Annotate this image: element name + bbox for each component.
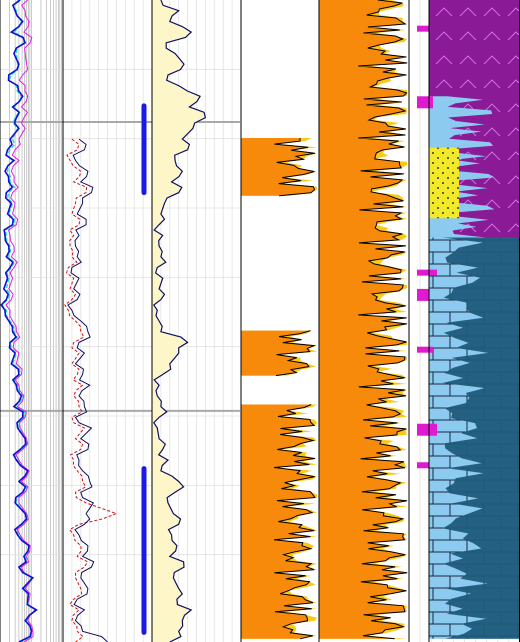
lithology-magenta-streak [417, 423, 437, 436]
lithology-magenta-streak [417, 462, 429, 469]
lithology-magenta-streak [417, 346, 433, 353]
lithology-magenta-streak [417, 96, 433, 109]
lithology-sand-zone [429, 147, 459, 219]
lithology-magenta-streak [417, 288, 429, 301]
neutron-curve [67, 138, 108, 642]
fill-layer [152, 0, 520, 642]
density-curve [64, 138, 118, 642]
lithology-magenta-streak [417, 269, 437, 276]
well-log-chart [0, 0, 520, 642]
lithology-magenta-streak [417, 25, 429, 32]
